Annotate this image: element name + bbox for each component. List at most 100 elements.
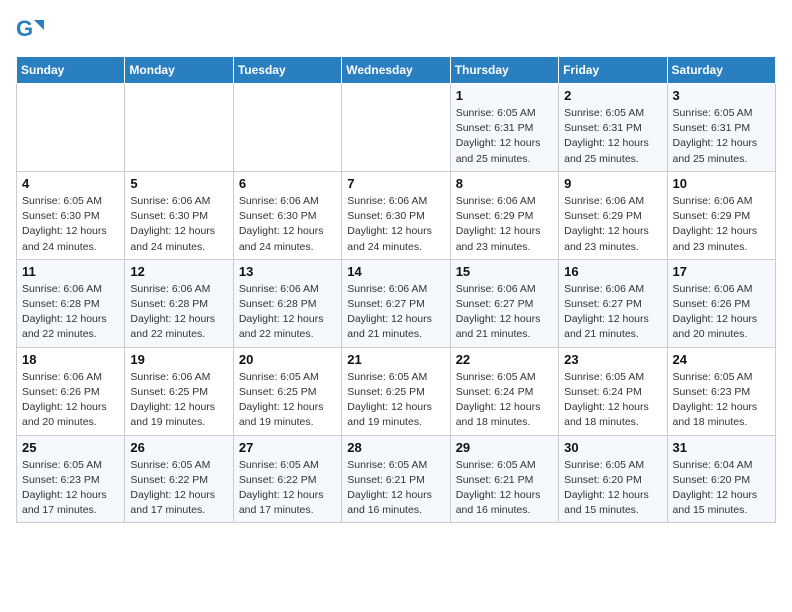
calendar-cell [125, 84, 233, 172]
day-info: Sunrise: 6:06 AM Sunset: 6:25 PM Dayligh… [130, 370, 227, 431]
day-number: 28 [347, 440, 444, 455]
day-number: 19 [130, 352, 227, 367]
day-number: 22 [456, 352, 553, 367]
day-info: Sunrise: 6:05 AM Sunset: 6:22 PM Dayligh… [239, 458, 336, 519]
day-number: 30 [564, 440, 661, 455]
logo-icon: G [16, 16, 44, 44]
day-number: 5 [130, 176, 227, 191]
col-header-saturday: Saturday [667, 57, 775, 84]
day-info: Sunrise: 6:06 AM Sunset: 6:27 PM Dayligh… [564, 282, 661, 343]
calendar-cell [342, 84, 450, 172]
day-info: Sunrise: 6:06 AM Sunset: 6:30 PM Dayligh… [239, 194, 336, 255]
day-number: 2 [564, 88, 661, 103]
logo: G [16, 16, 46, 44]
page-header: G [16, 16, 776, 44]
calendar-cell: 28Sunrise: 6:05 AM Sunset: 6:21 PM Dayli… [342, 435, 450, 523]
day-number: 20 [239, 352, 336, 367]
calendar-cell: 4 Sunrise: 6:05 AM Sunset: 6:30 PM Daylig… [17, 171, 125, 259]
calendar-week-4: 18 Sunrise: 6:06 AM Sunset: 6:26 PM Dayli… [17, 347, 776, 435]
day-number: 14 [347, 264, 444, 279]
col-header-thursday: Thursday [450, 57, 558, 84]
day-info: Sunrise: 6:05 AM Sunset: 6:20 PM Dayligh… [564, 458, 661, 519]
calendar-week-5: 25 Sunrise: 6:05 AM Sunset: 6:23 PM Dayli… [17, 435, 776, 523]
day-info: Sunrise: 6:06 AM Sunset: 6:28 PM Dayligh… [22, 282, 119, 343]
calendar-cell [17, 84, 125, 172]
calendar-table: SundayMondayTuesdayWednesdayThursdayFrid… [16, 56, 776, 523]
calendar-cell: 17 Sunrise: 6:06 AM Sunset: 6:26 PM Dayli… [667, 259, 775, 347]
day-info: Sunrise: 6:05 AM Sunset: 6:22 PM Dayligh… [130, 458, 227, 519]
day-number: 31 [673, 440, 770, 455]
calendar-cell: 12 Sunrise: 6:06 AM Sunset: 6:28 PM Dayli… [125, 259, 233, 347]
day-info: Sunrise: 6:05 AM Sunset: 6:23 PM Dayligh… [22, 458, 119, 519]
day-number: 15 [456, 264, 553, 279]
day-number: 8 [456, 176, 553, 191]
day-info: Sunrise: 6:06 AM Sunset: 6:28 PM Dayligh… [130, 282, 227, 343]
calendar-cell: 13 Sunrise: 6:06 AM Sunset: 6:28 PM Dayli… [233, 259, 341, 347]
day-number: 21 [347, 352, 444, 367]
day-info: Sunrise: 6:06 AM Sunset: 6:30 PM Dayligh… [347, 194, 444, 255]
svg-text:G: G [16, 16, 33, 41]
calendar-cell: 27Sunrise: 6:05 AM Sunset: 6:22 PM Dayli… [233, 435, 341, 523]
calendar-cell: 9 Sunrise: 6:06 AM Sunset: 6:29 PM Daylig… [559, 171, 667, 259]
day-number: 13 [239, 264, 336, 279]
calendar-cell: 11 Sunrise: 6:06 AM Sunset: 6:28 PM Dayli… [17, 259, 125, 347]
calendar-cell: 14 Sunrise: 6:06 AM Sunset: 6:27 PM Dayli… [342, 259, 450, 347]
calendar-cell: 23Sunrise: 6:05 AM Sunset: 6:24 PM Dayli… [559, 347, 667, 435]
calendar-cell [233, 84, 341, 172]
calendar-cell: 15 Sunrise: 6:06 AM Sunset: 6:27 PM Dayli… [450, 259, 558, 347]
col-header-tuesday: Tuesday [233, 57, 341, 84]
calendar-cell: 24 Sunrise: 6:05 AM Sunset: 6:23 PM Dayli… [667, 347, 775, 435]
calendar-cell: 20 Sunrise: 6:05 AM Sunset: 6:25 PM Dayli… [233, 347, 341, 435]
calendar-cell: 30 Sunrise: 6:05 AM Sunset: 6:20 PM Dayli… [559, 435, 667, 523]
calendar-cell: 21Sunrise: 6:05 AM Sunset: 6:25 PM Dayli… [342, 347, 450, 435]
day-number: 17 [673, 264, 770, 279]
day-number: 4 [22, 176, 119, 191]
day-info: Sunrise: 6:06 AM Sunset: 6:29 PM Dayligh… [564, 194, 661, 255]
day-info: Sunrise: 6:04 AM Sunset: 6:20 PM Dayligh… [673, 458, 770, 519]
calendar-cell: 8Sunrise: 6:06 AM Sunset: 6:29 PM Daylig… [450, 171, 558, 259]
day-info: Sunrise: 6:05 AM Sunset: 6:23 PM Dayligh… [673, 370, 770, 431]
day-info: Sunrise: 6:06 AM Sunset: 6:26 PM Dayligh… [22, 370, 119, 431]
day-number: 6 [239, 176, 336, 191]
day-number: 25 [22, 440, 119, 455]
day-number: 24 [673, 352, 770, 367]
day-info: Sunrise: 6:05 AM Sunset: 6:31 PM Dayligh… [564, 106, 661, 167]
day-info: Sunrise: 6:05 AM Sunset: 6:25 PM Dayligh… [239, 370, 336, 431]
day-number: 9 [564, 176, 661, 191]
col-header-friday: Friday [559, 57, 667, 84]
day-info: Sunrise: 6:06 AM Sunset: 6:28 PM Dayligh… [239, 282, 336, 343]
calendar-week-2: 4 Sunrise: 6:05 AM Sunset: 6:30 PM Daylig… [17, 171, 776, 259]
calendar-week-1: 1Sunrise: 6:05 AM Sunset: 6:31 PM Daylig… [17, 84, 776, 172]
calendar-body: 1Sunrise: 6:05 AM Sunset: 6:31 PM Daylig… [17, 84, 776, 523]
day-info: Sunrise: 6:06 AM Sunset: 6:26 PM Dayligh… [673, 282, 770, 343]
calendar-cell: 29Sunrise: 6:05 AM Sunset: 6:21 PM Dayli… [450, 435, 558, 523]
calendar-cell: 5Sunrise: 6:06 AM Sunset: 6:30 PM Daylig… [125, 171, 233, 259]
col-header-wednesday: Wednesday [342, 57, 450, 84]
day-number: 16 [564, 264, 661, 279]
calendar-cell: 18 Sunrise: 6:06 AM Sunset: 6:26 PM Dayli… [17, 347, 125, 435]
col-header-monday: Monday [125, 57, 233, 84]
calendar-cell: 22 Sunrise: 6:05 AM Sunset: 6:24 PM Dayli… [450, 347, 558, 435]
day-number: 3 [673, 88, 770, 103]
calendar-cell: 10 Sunrise: 6:06 AM Sunset: 6:29 PM Dayli… [667, 171, 775, 259]
day-info: Sunrise: 6:06 AM Sunset: 6:27 PM Dayligh… [456, 282, 553, 343]
day-number: 23 [564, 352, 661, 367]
day-info: Sunrise: 6:05 AM Sunset: 6:30 PM Dayligh… [22, 194, 119, 255]
calendar-cell: 25 Sunrise: 6:05 AM Sunset: 6:23 PM Dayli… [17, 435, 125, 523]
day-info: Sunrise: 6:06 AM Sunset: 6:29 PM Dayligh… [673, 194, 770, 255]
day-number: 12 [130, 264, 227, 279]
day-info: Sunrise: 6:06 AM Sunset: 6:27 PM Dayligh… [347, 282, 444, 343]
calendar-cell: 16 Sunrise: 6:06 AM Sunset: 6:27 PM Dayli… [559, 259, 667, 347]
calendar-cell: 19 Sunrise: 6:06 AM Sunset: 6:25 PM Dayli… [125, 347, 233, 435]
day-number: 10 [673, 176, 770, 191]
calendar-cell: 3Sunrise: 6:05 AM Sunset: 6:31 PM Daylig… [667, 84, 775, 172]
calendar-week-3: 11 Sunrise: 6:06 AM Sunset: 6:28 PM Dayli… [17, 259, 776, 347]
day-info: Sunrise: 6:05 AM Sunset: 6:24 PM Dayligh… [456, 370, 553, 431]
calendar-cell: 31 Sunrise: 6:04 AM Sunset: 6:20 PM Dayli… [667, 435, 775, 523]
calendar-cell: 2 Sunrise: 6:05 AM Sunset: 6:31 PM Daylig… [559, 84, 667, 172]
day-number: 11 [22, 264, 119, 279]
day-number: 18 [22, 352, 119, 367]
calendar-cell: 26Sunrise: 6:05 AM Sunset: 6:22 PM Dayli… [125, 435, 233, 523]
day-info: Sunrise: 6:05 AM Sunset: 6:31 PM Dayligh… [456, 106, 553, 167]
col-header-sunday: Sunday [17, 57, 125, 84]
